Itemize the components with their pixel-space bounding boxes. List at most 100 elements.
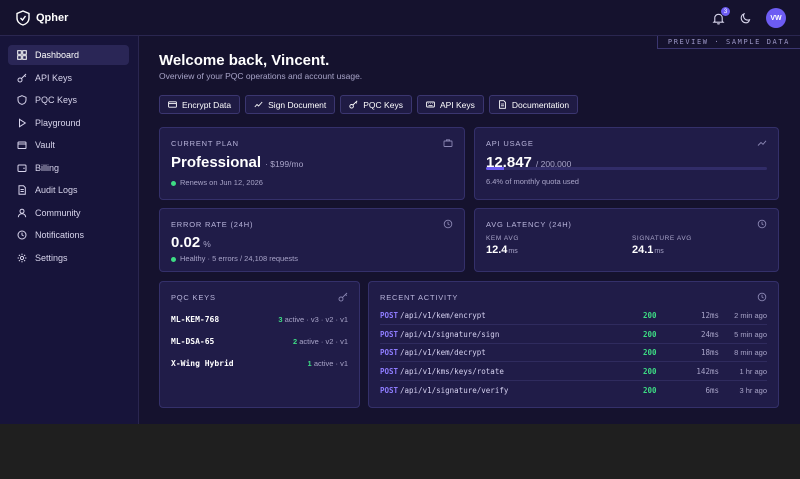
- activity-method: POST: [380, 366, 399, 376]
- error-rate-card: ERROR RATE (24H) 0.02 % Healthy · 5 erro…: [159, 208, 465, 272]
- plan-renewal: Renews on Jun 12, 2026: [171, 178, 263, 187]
- sidebar-item-label: Notifications: [35, 230, 85, 240]
- documentation-button[interactable]: Documentation: [488, 95, 579, 114]
- clock-icon: [757, 292, 767, 302]
- button-label: Encrypt Data: [182, 99, 232, 110]
- sidebar-item-label: Community: [35, 207, 81, 218]
- activity-row[interactable]: POST /api/v1/signature/sign 200 24ms 5 m…: [380, 326, 767, 344]
- avatar[interactable]: VW: [766, 8, 786, 28]
- moon-icon[interactable]: [738, 10, 754, 26]
- activity-duration: 6ms: [705, 385, 719, 395]
- shield-icon: [17, 95, 27, 105]
- keyboard-icon: [426, 100, 435, 109]
- pqc-key-row[interactable]: ML-DSA-65 2 active · v2 · v1: [171, 333, 348, 349]
- renewal-text: Renews on Jun 12, 2026: [180, 178, 263, 187]
- shield-logo-icon: [16, 10, 30, 26]
- api-keys-button[interactable]: API Keys: [416, 95, 484, 114]
- pqc-key-count: 3: [278, 314, 283, 324]
- vault-icon: [17, 140, 27, 150]
- bell-icon[interactable]: 3: [710, 7, 730, 26]
- wallet-icon: [17, 163, 27, 173]
- activity-duration: 24ms: [700, 329, 719, 339]
- briefcase-icon: [443, 138, 453, 148]
- activity-path: /api/v1/kms/keys/rotate: [400, 366, 504, 376]
- header-actions: 3 VW: [710, 7, 786, 28]
- sidebar-item-label: Settings: [35, 252, 68, 263]
- top-bar: Qpher 3 VW: [0, 0, 800, 36]
- activity-path: /api/v1/signature/verify: [400, 385, 509, 395]
- pqc-keys-button[interactable]: PQC Keys: [340, 95, 412, 114]
- encrypt-data-button[interactable]: Encrypt Data: [159, 95, 241, 114]
- activity-row[interactable]: POST /api/v1/kem/decrypt 200 18ms 8 min …: [380, 344, 767, 362]
- key-icon: [349, 100, 358, 109]
- activity-duration: 142ms: [696, 366, 719, 376]
- activity-time: 2 min ago: [734, 311, 767, 320]
- pqc-key-row[interactable]: X-Wing Hybrid 1 active · v1: [171, 355, 348, 371]
- error-unit: %: [203, 239, 211, 249]
- preview-badge: PREVIEW · SAMPLE DATA: [656, 36, 800, 49]
- sidebar-item-audit-logs[interactable]: Audit Logs: [8, 180, 129, 200]
- activity-row[interactable]: POST /api/v1/kem/encrypt 200 12ms 2 min …: [380, 307, 767, 325]
- signature-summary: 24.1 ms: [632, 244, 664, 256]
- sidebar-item-pqc-keys[interactable]: PQC Keys: [8, 90, 129, 110]
- gear-icon: [17, 253, 27, 263]
- button-label: API Keys: [439, 99, 475, 110]
- sidebar-item-playground[interactable]: Playground: [8, 113, 129, 133]
- activity-status: 200: [643, 385, 657, 395]
- brand[interactable]: Qpher: [16, 10, 68, 26]
- pqc-key-row[interactable]: ML-KEM-768 3 active · v3 · v2 · v1: [171, 311, 348, 327]
- status-dot: [171, 180, 176, 186]
- status-dot: [171, 256, 176, 262]
- error-summary: 0.02 %: [171, 234, 211, 251]
- pqc-key-status: 3 active · v3 · v2 · v1: [278, 315, 348, 324]
- card-title: RECENT ACTIVITY: [380, 293, 459, 302]
- signature-unit: ms: [654, 248, 664, 255]
- main-content: PREVIEW · SAMPLE DATA Welcome back, Vinc…: [139, 36, 800, 424]
- sidebar-item-vault[interactable]: Vault: [8, 135, 129, 155]
- activity-status: 200: [643, 329, 657, 339]
- sidebar-item-label: Playground: [35, 117, 81, 128]
- pqc-key-name: X-Wing Hybrid: [171, 358, 234, 368]
- key-icon: [17, 73, 27, 83]
- card-title: PQC KEYS: [171, 293, 216, 302]
- plan-price: · $199/mo: [265, 159, 304, 169]
- trend-icon: [757, 138, 767, 148]
- sidebar-item-label: Audit Logs: [35, 185, 78, 195]
- activity-row[interactable]: POST /api/v1/kms/keys/rotate 200 142ms 1…: [380, 363, 767, 381]
- grid-icon: [17, 50, 27, 60]
- signature-value: 24.1: [632, 244, 654, 256]
- activity-path: /api/v1/signature/sign: [400, 329, 500, 339]
- sidebar-item-settings[interactable]: Settings: [8, 248, 129, 268]
- sidebar-item-billing[interactable]: Billing: [8, 158, 129, 178]
- pqc-key-detail: active · v2 · v1: [299, 336, 348, 346]
- sidebar-item-api-keys[interactable]: API Keys: [8, 68, 129, 88]
- activity-path: /api/v1/kem/decrypt: [400, 348, 486, 357]
- usage-note: 6.4% of monthly quota used: [486, 177, 579, 186]
- sidebar-item-label: Vault: [35, 140, 55, 150]
- sidebar-item-notifications[interactable]: Notifications: [8, 225, 129, 245]
- sidebar-item-community[interactable]: Community: [8, 203, 129, 223]
- signature-label: SIGNATURE AVG: [632, 235, 692, 242]
- activity-duration: 12ms: [700, 311, 719, 320]
- activity-time: 3 hr ago: [739, 385, 767, 395]
- key-icon: [338, 292, 348, 302]
- notification-badge: 3: [721, 7, 730, 16]
- activity-status: 200: [643, 366, 657, 376]
- activity-time: 5 min ago: [734, 329, 767, 339]
- page-subtitle: Overview of your PQC operations and acco…: [159, 71, 363, 81]
- activity-status: 200: [643, 348, 657, 357]
- pqc-key-detail: active · v3 · v2 · v1: [284, 314, 348, 324]
- pqc-key-name: ML-DSA-65: [171, 336, 215, 346]
- page-title: Welcome back, Vincent.: [159, 52, 330, 69]
- sidebar-item-dashboard[interactable]: Dashboard: [8, 45, 129, 65]
- sign-document-button[interactable]: Sign Document: [245, 95, 336, 114]
- activity-row[interactable]: POST /api/v1/signature/verify 200 6ms 3 …: [380, 381, 767, 399]
- kem-unit: ms: [508, 248, 518, 255]
- sidebar-item-label: Dashboard: [35, 50, 80, 60]
- button-label: PQC Keys: [363, 99, 403, 110]
- pqc-key-status: 1 active · v1: [308, 359, 348, 368]
- pqc-key-status: 2 active · v2 · v1: [293, 337, 348, 346]
- pqc-key-detail: active · v1: [313, 358, 348, 368]
- kem-summary: 12.4 ms: [486, 244, 518, 256]
- card-title: API USAGE: [486, 139, 534, 148]
